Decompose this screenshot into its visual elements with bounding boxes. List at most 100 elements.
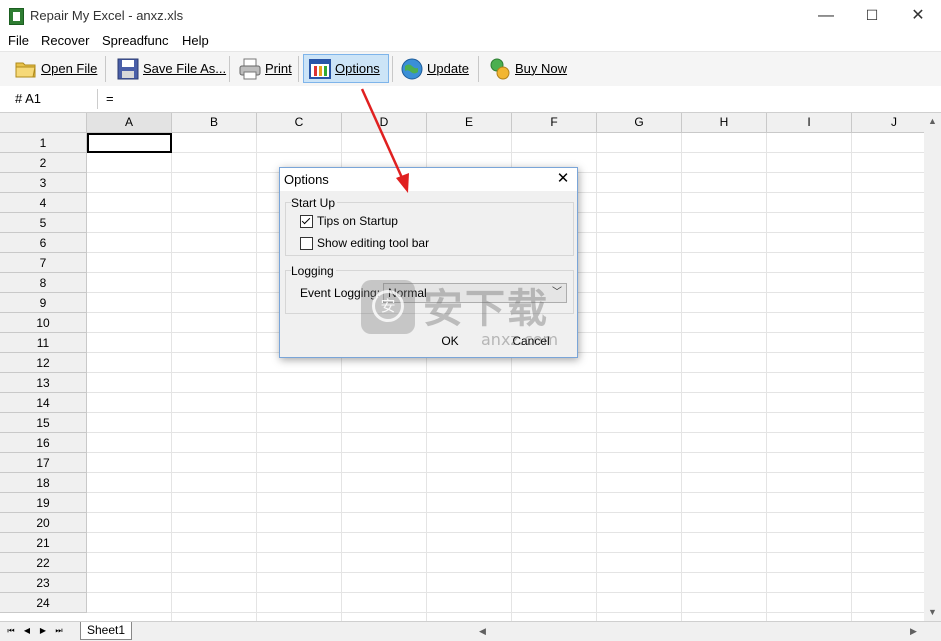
- vertical-scrollbar[interactable]: ▲ ▼: [924, 113, 941, 621]
- row-header[interactable]: 5: [0, 213, 87, 233]
- menu-file[interactable]: File: [8, 33, 29, 48]
- grid-line: [87, 572, 924, 573]
- toolbar: Open File Save File As... Print Options: [0, 51, 941, 87]
- scroll-up-arrow-icon[interactable]: ▲: [924, 113, 941, 130]
- menu-bar: File Recover Spreadfunc Help: [0, 31, 941, 51]
- grid-line: [87, 512, 924, 513]
- row-header[interactable]: 2: [0, 153, 87, 173]
- column-header[interactable]: D: [342, 113, 427, 133]
- options-icon: [309, 58, 331, 79]
- row-header[interactable]: 3: [0, 173, 87, 193]
- column-header[interactable]: E: [427, 113, 512, 133]
- prev-sheet-icon[interactable]: ◀: [20, 624, 34, 638]
- column-header[interactable]: B: [172, 113, 257, 133]
- show-editing-toolbar-checkbox[interactable]: Show editing tool bar: [300, 236, 429, 250]
- formula-input[interactable]: =: [106, 91, 114, 106]
- row-header[interactable]: 12: [0, 353, 87, 373]
- row-header[interactable]: 23: [0, 573, 87, 593]
- last-sheet-icon[interactable]: ⏭: [52, 624, 66, 638]
- grid-line: [87, 492, 924, 493]
- open-file-label: Open File: [41, 61, 98, 76]
- floppy-disk-icon: [117, 58, 139, 79]
- sheet-tab[interactable]: Sheet1: [80, 622, 132, 640]
- checked-icon[interactable]: [300, 214, 313, 228]
- open-file-button[interactable]: Open File: [10, 54, 101, 83]
- close-button[interactable]: ✕: [895, 0, 941, 31]
- row-header[interactable]: 21: [0, 533, 87, 553]
- grid-line: [87, 532, 924, 533]
- row-header[interactable]: 6: [0, 233, 87, 253]
- next-sheet-icon[interactable]: ▶: [36, 624, 50, 638]
- corner-header[interactable]: [0, 113, 87, 133]
- scroll-right-arrow-icon[interactable]: ▶: [906, 624, 921, 639]
- toolbar-separator: [298, 56, 299, 82]
- dialog-title-bar: Options ✕: [280, 168, 577, 191]
- column-header[interactable]: G: [597, 113, 682, 133]
- save-file-as-button[interactable]: Save File As...: [112, 54, 230, 83]
- row-header[interactable]: 4: [0, 193, 87, 213]
- column-header[interactable]: H: [682, 113, 767, 133]
- row-header[interactable]: 11: [0, 333, 87, 353]
- row-header[interactable]: 9: [0, 293, 87, 313]
- grid-line: [87, 552, 924, 553]
- row-header[interactable]: 18: [0, 473, 87, 493]
- grid-line: [171, 133, 172, 621]
- row-header[interactable]: 7: [0, 253, 87, 273]
- menu-spreadfunc[interactable]: Spreadfunc: [102, 33, 169, 48]
- first-sheet-icon[interactable]: ⏮: [4, 624, 18, 638]
- column-header[interactable]: I: [767, 113, 852, 133]
- grid-line: [87, 432, 924, 433]
- watermark: 安 安下载 anxz.com: [361, 278, 581, 358]
- buy-now-button[interactable]: Buy Now: [484, 54, 571, 83]
- watermark-en-text: anxz.com: [481, 330, 559, 349]
- row-header[interactable]: 22: [0, 553, 87, 573]
- row-header[interactable]: 1: [0, 133, 87, 153]
- unchecked-icon[interactable]: [300, 236, 313, 250]
- menu-recover[interactable]: Recover: [41, 33, 89, 48]
- grid-line: [851, 133, 852, 621]
- tips-on-startup-checkbox[interactable]: Tips on Startup: [300, 214, 398, 228]
- options-button[interactable]: Options: [303, 54, 389, 83]
- column-header[interactable]: J: [852, 113, 924, 133]
- watermark-badge: 安: [361, 280, 415, 334]
- grid-line: [681, 133, 682, 621]
- grid-line: [596, 133, 597, 621]
- row-header[interactable]: 8: [0, 273, 87, 293]
- window-title: Repair My Excel - anxz.xls: [30, 8, 184, 23]
- buy-now-label: Buy Now: [515, 61, 568, 76]
- cell-reference[interactable]: # A1: [15, 91, 41, 106]
- dialog-close-icon[interactable]: ✕: [553, 169, 573, 189]
- grid-line: [766, 133, 767, 621]
- maximize-button[interactable]: ☐: [849, 0, 895, 31]
- column-header[interactable]: C: [257, 113, 342, 133]
- row-header[interactable]: 13: [0, 373, 87, 393]
- row-header[interactable]: 15: [0, 413, 87, 433]
- title-bar: Repair My Excel - anxz.xls — ☐ ✕: [0, 0, 941, 31]
- column-header[interactable]: A: [87, 113, 172, 133]
- row-header[interactable]: 14: [0, 393, 87, 413]
- minimize-button[interactable]: —: [803, 0, 849, 31]
- grid-line: [87, 372, 924, 373]
- row-header[interactable]: 20: [0, 513, 87, 533]
- print-button[interactable]: Print: [234, 54, 296, 83]
- menu-help[interactable]: Help: [182, 33, 209, 48]
- row-header[interactable]: 16: [0, 433, 87, 453]
- column-header[interactable]: F: [512, 113, 597, 133]
- horizontal-scrollbar[interactable]: ◀ ▶: [475, 624, 921, 639]
- scroll-left-arrow-icon[interactable]: ◀: [475, 624, 490, 639]
- selected-cell[interactable]: [87, 133, 172, 153]
- excel-app-icon: [9, 8, 24, 25]
- startup-group-label: Start Up: [291, 196, 338, 210]
- toolbar-separator: [478, 56, 479, 82]
- row-header[interactable]: 10: [0, 313, 87, 333]
- row-header[interactable]: 24: [0, 593, 87, 613]
- options-label: Options: [335, 61, 380, 76]
- toolbar-separator: [105, 56, 106, 82]
- grid-line: [87, 452, 924, 453]
- row-header[interactable]: 17: [0, 453, 87, 473]
- update-button[interactable]: Update: [396, 54, 473, 83]
- row-header[interactable]: 19: [0, 493, 87, 513]
- formula-bar: # A1 =: [0, 86, 941, 113]
- scroll-down-arrow-icon[interactable]: ▼: [924, 604, 941, 621]
- update-label: Update: [427, 61, 469, 76]
